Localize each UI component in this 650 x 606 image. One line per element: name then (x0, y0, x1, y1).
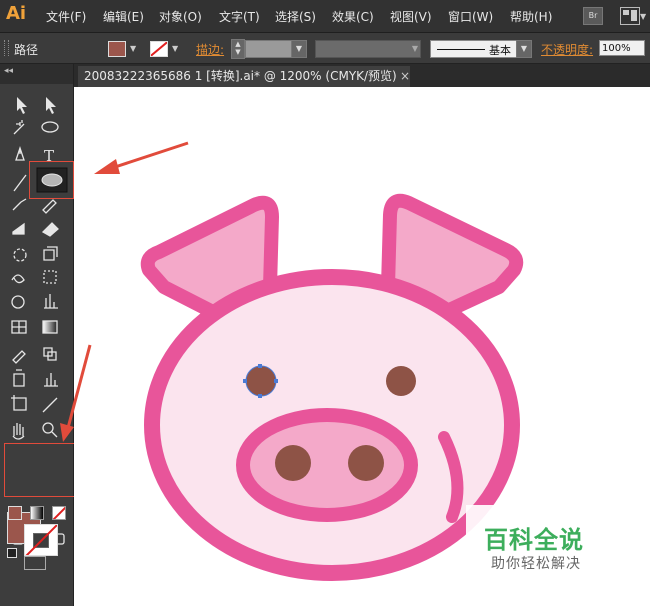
none-mode-button[interactable] (52, 506, 66, 520)
eyedropper-tool-icon (12, 350, 26, 364)
zoom-handle (51, 431, 58, 438)
color-mode-button[interactable] (8, 506, 22, 520)
variable-width-profile[interactable]: ▼ (315, 40, 421, 58)
column-graph-tool-icon (44, 294, 58, 309)
blob-brush-tool-icon (12, 222, 25, 235)
selection-tool-icon (17, 97, 27, 114)
brush-name: 基本 (489, 44, 511, 57)
document-tab-bar: 20083222365686 1 [转换].ai* @ 1200% (CMYK/… (74, 64, 650, 87)
gradient-tool-icon (42, 320, 58, 334)
annotation-box-ellipse-tool (29, 161, 74, 199)
direct-selection-tool-icon (46, 97, 56, 114)
close-icon[interactable]: × (400, 66, 410, 87)
opacity-label[interactable]: 不透明度: (541, 41, 593, 58)
scale-tool-icon (43, 246, 58, 261)
magic-wand-tool-icon (13, 120, 25, 135)
chevron-down-icon[interactable]: ▼ (640, 12, 646, 21)
artboard-tool-icon (11, 395, 27, 411)
anchor-point-right (274, 379, 278, 383)
blend-tool-icon (43, 347, 57, 361)
bridge-button[interactable]: Br (583, 7, 603, 25)
rotate-tool-icon (13, 248, 27, 262)
eraser-tool-icon (41, 222, 59, 237)
panel-grip[interactable] (4, 40, 9, 56)
annotation-box-color (4, 443, 76, 497)
symbol-sprayer-tool-icon (13, 369, 25, 387)
illustrator-logo: Ai (6, 3, 27, 24)
tools-panel: ◂◂ T (0, 64, 74, 606)
stroke-dropdown-icon[interactable]: ▼ (172, 44, 178, 53)
menu-edit[interactable]: 编辑(E) (103, 8, 144, 25)
bar-graph-tool-icon (44, 373, 58, 387)
anchor-point-top (258, 364, 262, 368)
menu-type[interactable]: 文字(T) (219, 8, 260, 25)
right-nostril (348, 445, 384, 481)
fill-color-swatch[interactable] (108, 41, 126, 57)
shape-builder-tool-icon (11, 295, 25, 309)
snout (236, 408, 418, 522)
hand-tool-icon (12, 423, 25, 440)
right-eye (386, 366, 416, 396)
left-nostril (275, 445, 311, 481)
document-title: 20083222365686 1 [转换].ai* @ 1200% (CMYK/… (84, 69, 397, 83)
opacity-input[interactable]: 100% (599, 40, 645, 56)
watermark-subtitle: 助你轻松解决 (491, 556, 581, 572)
menu-help[interactable]: 帮助(H) (510, 8, 552, 25)
stroke-label[interactable]: 描边: (196, 41, 224, 58)
control-bar: 路径 ▼ ▼ 描边: ▲ ▼ ▼ ▼ 基本 ▼ 不透明度: 100% (0, 33, 650, 64)
menu-file[interactable]: 文件(F) (46, 8, 86, 25)
pen-tool-icon (15, 145, 25, 161)
stroke-color-swatch[interactable] (150, 41, 168, 57)
free-transform-tool-icon (43, 270, 57, 284)
menu-window[interactable]: 窗口(W) (448, 8, 493, 25)
lasso-tool-icon (41, 121, 59, 133)
stroke-color-box[interactable] (24, 524, 58, 556)
workspace-switcher-icon[interactable] (620, 7, 640, 25)
gradient-mode-button[interactable] (30, 506, 44, 520)
menu-object[interactable]: 对象(O) (159, 8, 202, 25)
menu-bar: Ai 文件(F) 编辑(E) 对象(O) 文字(T) 选择(S) 效果(C) 视… (0, 0, 650, 33)
line-tool-icon (13, 174, 27, 192)
brush-dropdown[interactable]: ▼ (516, 40, 532, 58)
warp-tool-icon (11, 274, 25, 284)
zoom-tool-icon (42, 422, 54, 434)
brush-stroke-preview (437, 49, 485, 50)
fill-dropdown-icon[interactable]: ▼ (130, 44, 136, 53)
anchor-point-bottom (258, 394, 262, 398)
menu-select[interactable]: 选择(S) (275, 8, 316, 25)
stroke-weight-input[interactable] (245, 40, 293, 58)
screen-mode-icon[interactable] (24, 556, 46, 570)
pencil-tool-icon (42, 199, 57, 214)
mesh-tool-icon (11, 320, 27, 334)
selection-type-label: 路径 (14, 43, 39, 57)
menu-view[interactable]: 视图(V) (390, 8, 432, 25)
stroke-weight-stepper[interactable]: ▲ ▼ (231, 39, 245, 59)
default-fill-stroke-icon[interactable] (7, 548, 17, 558)
paintbrush-tool-icon (12, 198, 27, 211)
anchor-point-left (243, 379, 247, 383)
watermark-title: 百科全说 (484, 526, 584, 554)
document-tab[interactable]: 20083222365686 1 [转换].ai* @ 1200% (CMYK/… (78, 66, 410, 87)
slice-tool-icon (42, 397, 58, 413)
menu-effect[interactable]: 效果(C) (332, 8, 374, 25)
stroke-weight-dropdown[interactable]: ▼ (291, 40, 307, 58)
